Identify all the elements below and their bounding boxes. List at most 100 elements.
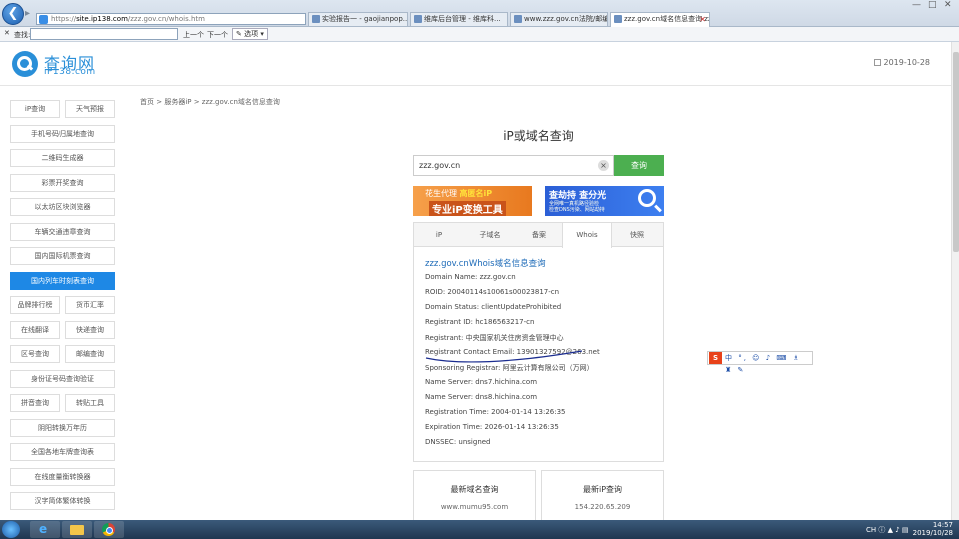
find-close-icon[interactable]: ✕	[4, 29, 10, 37]
browser-tab-label: www.zzz.gov.cn法院/邮编...	[524, 15, 608, 23]
back-button[interactable]: ❮	[2, 3, 24, 25]
magnifier-icon	[638, 189, 656, 207]
address-path: /zzz.gov.cn/whois.htm	[127, 15, 205, 23]
sidebar-item-express[interactable]: 快递查询	[65, 321, 115, 339]
system-tray-icons[interactable]: CH ⓘ ▲ ♪ ▤	[866, 525, 909, 535]
ime-toolbar[interactable]: S 中 °, ☺ ♪ ⌨ ♗ ♜ ✎	[707, 351, 813, 374]
scrollbar-thumb[interactable]	[953, 52, 959, 252]
latest-domain-link[interactable]: www.mumu95.com	[414, 503, 535, 511]
site-favicon-icon	[39, 15, 48, 24]
browser-tab[interactable]: 实验报告一 - gaojianpop...	[308, 12, 408, 26]
find-prev-button[interactable]: 上一个	[183, 30, 204, 40]
sidebar-item-weather[interactable]: 天气预报	[65, 100, 115, 118]
tab-favicon-icon	[414, 15, 422, 23]
latest-ip-link[interactable]: 154.220.65.209	[542, 503, 663, 511]
tab-favicon-icon	[514, 15, 522, 23]
sidebar-item-lottery[interactable]: 彩票开奖查询	[10, 174, 115, 192]
breadcrumb[interactable]: 首页 > 服务器iP > zzz.gov.cn域名信息查询	[140, 97, 280, 107]
sidebar-item-brands[interactable]: 品牌排行榜	[10, 296, 60, 314]
taskbar-ie-button[interactable]: e	[30, 521, 60, 538]
sidebar-item-areacode[interactable]: 区号查询	[10, 345, 60, 363]
whois-line: Registrant: 中央国家机关住房资金管理中心	[425, 334, 564, 342]
sidebar-item-translate[interactable]: 在线翻译	[10, 321, 60, 339]
whois-line: DNSSEC: unsigned	[425, 438, 491, 446]
maximize-icon[interactable]: □	[928, 0, 937, 10]
sidebar-item-zipcode[interactable]: 邮编查询	[65, 345, 115, 363]
sidebar-item-calendar[interactable]: 阴阳转换万年历	[10, 419, 115, 437]
clock-time: 14:57	[932, 521, 953, 529]
browser-tab-label: 维库后台管理 - 维库科...	[424, 15, 501, 23]
pen-annotation-underline	[425, 350, 583, 363]
whois-line: Domain Status: clientUpdateProhibited	[425, 303, 562, 311]
whois-line: Registrant ID: hc186563217-cn	[425, 318, 535, 326]
close-tab-icon[interactable]: ✕	[699, 13, 706, 26]
browser-tab-active[interactable]: zzz.gov.cn域名信息查询 zz... ✕	[610, 12, 710, 27]
sidebar-item-traffic[interactable]: 车辆交通违章查询	[10, 223, 115, 241]
taskbar-chrome-button[interactable]	[94, 521, 124, 538]
folder-icon	[70, 525, 84, 535]
ad-proxy-slogan: 专业iP变换工具	[429, 201, 506, 216]
sidebar-item-ip[interactable]: iP查询	[10, 100, 60, 118]
query-button[interactable]: 查询	[614, 155, 664, 176]
whois-line: ROID: 20040114s10061s00023817-cn	[425, 288, 560, 296]
chrome-icon	[102, 523, 115, 536]
whois-line: Name Server: dns7.hichina.com	[425, 378, 538, 386]
sidebar-item-flights[interactable]: 国内国际机票查询	[10, 247, 115, 265]
address-host: site.ip138.com	[76, 15, 128, 23]
find-input[interactable]	[30, 28, 178, 40]
address-scheme: https://	[51, 15, 77, 23]
sidebar-item-plates[interactable]: 全国各地车牌查询表	[10, 443, 115, 461]
result-panel: iP 子域名 备案 Whois 快照 zzz.gov.cnWhois域名信息查询…	[413, 222, 664, 462]
sidebar-item-currency[interactable]: 货币汇率	[65, 296, 115, 314]
sidebar-item-chinese-convert[interactable]: 汉字简体繁体转换	[10, 492, 115, 510]
ad-banner-hijack[interactable]: 查劫持 查分光 全网唯一真机路径验检 检查DNS污染、网站劫持	[545, 186, 664, 216]
ad-banner-proxy[interactable]: 花生代理 高匿名iP 专业iP变换工具	[413, 186, 532, 216]
clear-search-icon[interactable]: ×	[598, 160, 609, 171]
taskbar-clock[interactable]: 14:57 2019/10/28	[913, 521, 953, 537]
clock-date: 2019/10/28	[912, 529, 953, 537]
tab-favicon-icon	[312, 15, 320, 23]
close-window-icon[interactable]: ✕	[944, 0, 952, 10]
browser-tab[interactable]: 维库后台管理 - 维库科...	[410, 12, 508, 26]
whois-line: Expiration Time: 2026-01-14 13:26:35	[425, 423, 559, 431]
address-bar[interactable]: https://site.ip138.com/zzz.gov.cn/whois.…	[36, 13, 306, 25]
sidebar-item-units[interactable]: 在线度量衡转换器	[10, 468, 115, 486]
browser-tab-bar: ❮ ▸ https://site.ip138.com/zzz.gov.cn/wh…	[0, 0, 959, 27]
site-logo-icon[interactable]	[12, 51, 38, 77]
sidebar-item-repost[interactable]: 转贴工具	[65, 394, 115, 412]
whois-line: Name Server: dns8.hichina.com	[425, 393, 538, 401]
tab-snapshot[interactable]: 快照	[612, 223, 662, 247]
result-tabs: iP 子域名 备案 Whois 快照	[414, 223, 663, 248]
taskbar: e CH ⓘ ▲ ♪ ▤ 14:57 2019/10/28	[0, 520, 959, 539]
find-next-button[interactable]: 下一个	[207, 30, 228, 40]
sidebar-item-qrcode[interactable]: 二维码生成器	[10, 149, 115, 167]
minimize-icon[interactable]: —	[912, 0, 921, 10]
forward-button[interactable]: ▸	[25, 8, 33, 20]
page-scrollbar[interactable]	[951, 42, 959, 520]
sidebar-item-ethereum[interactable]: 以太坊区块浏览器	[10, 198, 115, 216]
site-header: 查询网 iP138.com 2019-10-28	[0, 42, 959, 86]
browser-tab[interactable]: www.zzz.gov.cn法院/邮编...	[510, 12, 608, 26]
language-indicator[interactable]: CH	[866, 526, 876, 534]
browser-tab-label: 实验报告一 - gaojianpop...	[322, 15, 408, 23]
ad-proxy-tag: 高匿名iP	[459, 189, 493, 198]
taskbar-explorer-button[interactable]	[62, 521, 92, 538]
sidebar-item-trains[interactable]: 国内列车时刻表查询	[10, 272, 115, 290]
find-options-button[interactable]: ✎ 选项 ▾	[232, 28, 268, 40]
browser-tab-label: zzz.gov.cn域名信息查询 zz...	[624, 15, 710, 23]
tab-icp[interactable]: 备案	[514, 223, 564, 247]
tab-subdomain[interactable]: 子域名	[464, 223, 516, 247]
start-button-icon[interactable]	[2, 521, 20, 538]
sidebar-item-pinyin[interactable]: 拼音查询	[10, 394, 60, 412]
sidebar-item-phone[interactable]: 手机号码归属地查询	[10, 125, 115, 143]
ime-tool-icons[interactable]: 中 °, ☺ ♪ ⌨ ♗ ♜ ✎	[725, 352, 812, 376]
ad-hijack-text: 全网唯一真机路径验检 检查DNS污染、网站劫持	[549, 201, 605, 213]
whois-title: zzz.gov.cnWhois域名信息查询	[425, 259, 546, 269]
tab-whois[interactable]: Whois	[562, 223, 612, 248]
tab-ip[interactable]: iP	[414, 223, 464, 247]
page-title: iP或域名查询	[503, 129, 574, 143]
site-logo-domain[interactable]: iP138.com	[44, 67, 96, 77]
search-input[interactable]: zzz.gov.cn	[413, 155, 614, 176]
sogou-logo-icon: S	[709, 352, 722, 364]
sidebar-item-idcard[interactable]: 身份证号码查询验证	[10, 370, 115, 388]
